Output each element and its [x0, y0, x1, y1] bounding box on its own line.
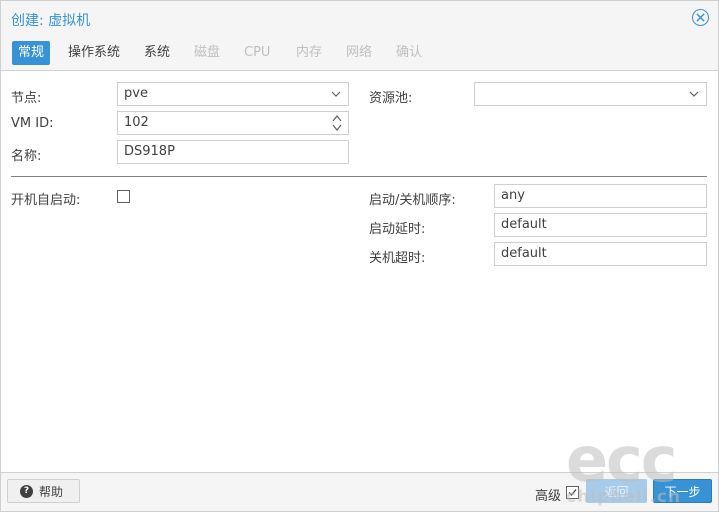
startup-order-placeholder: any	[501, 188, 525, 203]
spinner-arrows-icon[interactable]	[332, 113, 342, 133]
shutdown-timeout-label: 关机超时:	[369, 251, 426, 266]
tab-confirm: 确认	[396, 45, 423, 60]
dialog-title: 创建: 虚拟机	[11, 13, 91, 29]
dialog-titlebar: 创建: 虚拟机	[1, 1, 718, 37]
dialog-footer: ? 帮助 高级 返回 下一步	[1, 472, 718, 511]
help-button[interactable]: ? 帮助	[7, 479, 80, 503]
shutdown-timeout-field[interactable]: default	[494, 242, 707, 266]
node-value: pve	[124, 86, 148, 101]
advanced-label: 高级	[535, 489, 562, 504]
startup-order-field[interactable]: any	[494, 184, 707, 208]
tab-memory: 内存	[296, 45, 323, 60]
onboot-label: 开机自启动:	[11, 193, 81, 208]
vmid-label: VM ID:	[11, 116, 54, 131]
next-button[interactable]: 下一步	[653, 479, 712, 503]
name-value: DS918P	[124, 144, 175, 159]
startup-delay-placeholder: default	[501, 217, 547, 232]
tab-os[interactable]: 操作系统	[62, 41, 126, 65]
advanced-checkbox[interactable]	[566, 486, 579, 499]
tab-network: 网络	[346, 45, 373, 60]
node-combobox[interactable]: pve	[117, 82, 349, 106]
back-button: 返回	[586, 479, 647, 503]
checkmark-icon	[568, 489, 577, 496]
startup-order-label: 启动/关机顺序:	[369, 193, 456, 208]
onboot-checkbox[interactable]	[117, 190, 130, 203]
close-icon[interactable]	[692, 9, 709, 26]
question-icon: ?	[20, 484, 33, 498]
name-label: 名称:	[11, 149, 42, 164]
chevron-down-icon[interactable]	[688, 83, 700, 105]
tab-system[interactable]: 系统	[138, 41, 176, 65]
section-divider	[11, 176, 707, 177]
node-label: 节点:	[11, 91, 42, 106]
pool-combobox[interactable]	[474, 82, 707, 106]
wizard-tabbar: 常规 操作系统 系统 磁盘 CPU 内存 网络 确认	[1, 37, 718, 71]
chevron-down-icon[interactable]	[330, 83, 342, 105]
vmid-value: 102	[124, 115, 149, 130]
tab-general[interactable]: 常规	[12, 41, 51, 65]
shutdown-timeout-placeholder: default	[501, 246, 547, 261]
tab-cpu: CPU	[244, 45, 271, 60]
name-field[interactable]: DS918P	[117, 140, 349, 164]
help-button-label: 帮助	[39, 484, 64, 499]
create-vm-dialog: 创建: 虚拟机 常规 操作系统 系统 磁盘 CPU 内存 网络 确认 节点: p…	[0, 0, 719, 512]
startup-delay-label: 启动延时:	[369, 222, 426, 237]
pool-label: 资源池:	[369, 91, 413, 106]
vmid-spinner[interactable]: 102	[117, 111, 349, 135]
startup-delay-field[interactable]: default	[494, 213, 707, 237]
tab-disks: 磁盘	[194, 45, 221, 60]
